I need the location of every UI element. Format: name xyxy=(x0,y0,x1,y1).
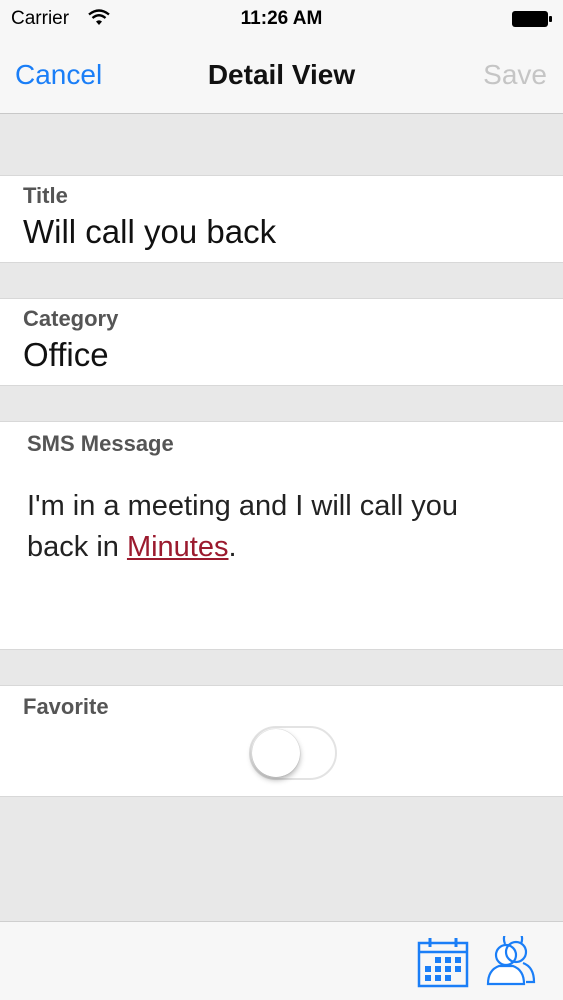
sms-message-text[interactable]: I'm in a meeting and I will call you bac… xyxy=(27,486,527,568)
category-cell[interactable]: Category Office xyxy=(0,298,563,386)
status-bar: Carrier 11:26 AM xyxy=(0,0,563,38)
calendar-icon[interactable] xyxy=(417,936,469,988)
sms-text-after: . xyxy=(228,531,237,563)
status-time: 11:26 AM xyxy=(240,8,323,29)
tab-bar xyxy=(0,921,563,1000)
battery-icon xyxy=(512,11,552,27)
title-cell[interactable]: Title Will call you back xyxy=(0,175,563,263)
title-label: Title xyxy=(23,183,68,208)
favorite-toggle[interactable] xyxy=(249,726,337,780)
toggle-knob xyxy=(252,729,300,777)
category-label: Category xyxy=(23,306,119,331)
favorite-cell: Favorite xyxy=(0,685,563,797)
save-button[interactable]: Save xyxy=(483,59,547,91)
minutes-link[interactable]: Minutes xyxy=(127,531,229,563)
page-title: Detail View xyxy=(207,59,356,90)
category-field[interactable]: Office xyxy=(23,336,109,374)
sms-message-cell[interactable]: SMS Message I'm in a meeting and I will … xyxy=(0,421,563,650)
favorite-label: Favorite xyxy=(23,694,109,719)
sms-text-before: I'm in a meeting and I will call you bac… xyxy=(27,490,459,563)
contacts-icon[interactable] xyxy=(485,936,537,988)
title-field[interactable]: Will call you back xyxy=(23,213,276,251)
navigation-bar: Cancel Detail View Save xyxy=(0,38,563,114)
sms-message-label: SMS Message xyxy=(27,431,174,456)
